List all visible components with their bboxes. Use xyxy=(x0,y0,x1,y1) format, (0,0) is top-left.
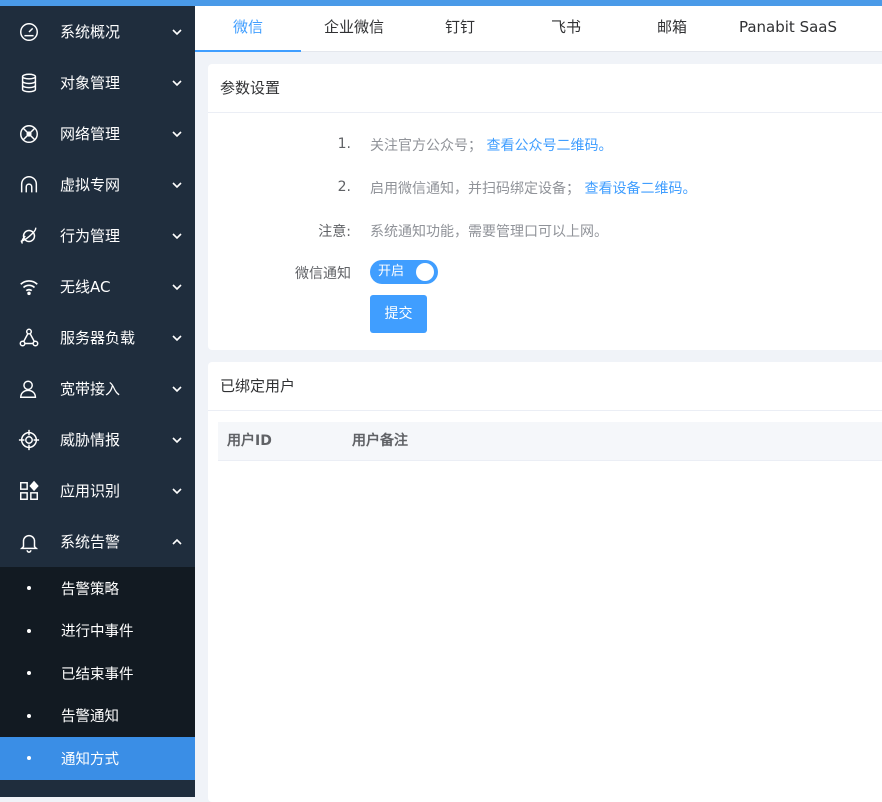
sidebar-item-label: 威胁情报 xyxy=(60,431,121,449)
step1-content: 关注官方公众号； 查看公众号二维码。 xyxy=(370,135,612,155)
submenu-item-label: 已结束事件 xyxy=(61,666,134,683)
database-icon xyxy=(18,72,40,94)
sidebar-item-label: 应用识别 xyxy=(60,482,121,500)
chevron-down-icon xyxy=(171,383,183,395)
submenu-item-ended-events[interactable]: 已结束事件 xyxy=(0,652,195,695)
wechat-notify-row: 微信通知 xyxy=(208,263,351,283)
submenu-item-label: 通知方式 xyxy=(61,751,119,768)
sidebar-item-network-management[interactable]: 网络管理 xyxy=(0,108,195,159)
sidebar-item-label: 虚拟专网 xyxy=(60,176,121,194)
network-icon xyxy=(18,123,40,145)
step2-period: 。 xyxy=(682,181,697,197)
submenu-item-notify-method[interactable]: 通知方式 xyxy=(0,737,195,780)
tab-panabit-saas[interactable]: Panabit SaaS xyxy=(725,6,851,51)
view-official-qr-link[interactable]: 查看公众号二维码 xyxy=(486,138,598,154)
sidebar-item-partial[interactable] xyxy=(0,780,195,798)
tab-wechat[interactable]: 微信 xyxy=(195,6,301,51)
tab-wecom[interactable]: 企业微信 xyxy=(301,6,407,51)
sidebar-item-label: 服务器负载 xyxy=(60,329,136,347)
wechat-notify-switch[interactable]: 开启 xyxy=(370,260,438,284)
sidebar-item-label: 行为管理 xyxy=(60,227,121,245)
bullet-dot xyxy=(27,756,31,761)
submenu-item-label: 告警策略 xyxy=(61,581,119,598)
submenu-item-label: 进行中事件 xyxy=(61,624,134,641)
sidebar-item-label: 系统告警 xyxy=(60,533,121,551)
sidebar-item-app-identification[interactable]: 应用识别 xyxy=(0,465,195,516)
step2-row: 2. xyxy=(208,179,351,199)
nodes-icon xyxy=(18,327,40,349)
panel-title: 参数设置 xyxy=(208,64,882,113)
wifi-icon xyxy=(18,276,40,298)
submenu-item-alert-policy[interactable]: 告警策略 xyxy=(0,567,195,610)
sidebar-item-label: 系统概况 xyxy=(60,23,121,41)
sidebar-item-label: 无线AC xyxy=(60,278,111,296)
notify-channel-tabs: 微信 企业微信 钉钉 飞书 邮箱 Panabit SaaS xyxy=(195,6,882,52)
submit-button[interactable]: 提交 xyxy=(370,295,427,333)
sidebar-item-vpn[interactable]: 虚拟专网 xyxy=(0,159,195,210)
params-panel: 参数设置 1. 关注官方公众号； 查看公众号二维码。 2. 启用微信通知，并扫码… xyxy=(208,64,882,350)
column-user-id[interactable]: 用户ID xyxy=(227,422,272,460)
chevron-down-icon xyxy=(171,26,183,38)
user-icon xyxy=(18,378,40,400)
chevron-down-icon xyxy=(171,332,183,344)
sidebar-item-wireless-ac[interactable]: 无线AC xyxy=(0,261,195,312)
sidebar-item-system-alerts[interactable]: 系统告警 xyxy=(0,516,195,567)
step2-content: 启用微信通知，并扫码绑定设备； 查看设备二维码。 xyxy=(370,178,696,198)
step1-text: 关注官方公众号； xyxy=(370,138,482,154)
switch-knob xyxy=(416,263,434,281)
note-row: 注意: xyxy=(208,221,351,241)
sidebar-item-label: 宽带接入 xyxy=(60,380,121,398)
alerts-submenu: 告警策略 进行中事件 已结束事件 告警通知 通知方式 xyxy=(0,567,195,780)
tab-email[interactable]: 邮箱 xyxy=(619,6,725,51)
chevron-down-icon xyxy=(171,128,183,140)
chevron-down-icon xyxy=(171,281,183,293)
step2-number: 2. xyxy=(337,179,351,195)
submenu-item-ongoing-events[interactable]: 进行中事件 xyxy=(0,610,195,653)
chevron-down-icon xyxy=(171,485,183,497)
table-header: 用户ID 用户备注 xyxy=(218,422,882,461)
bullet-dot xyxy=(27,713,31,718)
active-tab-indicator xyxy=(195,50,301,52)
step2-text: 启用微信通知，并扫码绑定设备； xyxy=(370,181,580,197)
chevron-down-icon xyxy=(171,230,183,242)
note-content: 系统通知功能，需要管理口可以上网。 xyxy=(370,221,608,241)
bullet-dot xyxy=(27,671,31,676)
step1-period: 。 xyxy=(598,138,613,154)
sidebar-item-label: 网络管理 xyxy=(60,125,121,143)
tab-dingtalk[interactable]: 钉钉 xyxy=(407,6,513,51)
bound-users-panel: 已绑定用户 用户ID 用户备注 xyxy=(208,362,882,802)
sidebar-item-object-management[interactable]: 对象管理 xyxy=(0,57,195,108)
chevron-down-icon xyxy=(171,434,183,446)
tab-feishu[interactable]: 飞书 xyxy=(513,6,619,51)
wechat-notify-label: 微信通知 xyxy=(295,266,351,282)
bullet-dot xyxy=(27,586,31,591)
note-text: 系统通知功能，需要管理口可以上网。 xyxy=(370,224,608,240)
switch-label: 开启 xyxy=(378,264,405,279)
crosshair-icon xyxy=(18,429,40,451)
view-device-qr-link[interactable]: 查看设备二维码 xyxy=(584,181,682,197)
chevron-down-icon xyxy=(171,179,183,191)
step1-row: 1. xyxy=(208,136,351,156)
sidebar-item-system-overview[interactable]: 系统概况 xyxy=(0,6,195,57)
sidebar-item-server-load[interactable]: 服务器负载 xyxy=(0,312,195,363)
submenu-item-label: 告警通知 xyxy=(61,709,119,726)
sidebar: 系统概况 对象管理 网络管理 虚拟专网 行为管理 无线AC 服务器负载 宽带接入… xyxy=(0,6,195,797)
sidebar-item-behavior-management[interactable]: 行为管理 xyxy=(0,210,195,261)
gauge-icon xyxy=(18,21,40,43)
bullet-dot xyxy=(27,628,31,633)
panel-title: 已绑定用户 xyxy=(208,362,882,411)
note-label: 注意: xyxy=(318,224,351,240)
chevron-up-icon xyxy=(171,536,183,548)
apps-icon xyxy=(18,480,40,502)
step1-number: 1. xyxy=(337,136,351,152)
sidebar-item-broadband-access[interactable]: 宽带接入 xyxy=(0,363,195,414)
sidebar-item-label: 对象管理 xyxy=(60,74,121,92)
submenu-item-alert-notice[interactable]: 告警通知 xyxy=(0,695,195,738)
planet-icon xyxy=(18,225,40,247)
tunnel-icon xyxy=(18,174,40,196)
column-user-note[interactable]: 用户备注 xyxy=(352,422,408,460)
sidebar-item-threat-intel[interactable]: 威胁情报 xyxy=(0,414,195,465)
bell-icon xyxy=(18,531,40,553)
chevron-down-icon xyxy=(171,77,183,89)
